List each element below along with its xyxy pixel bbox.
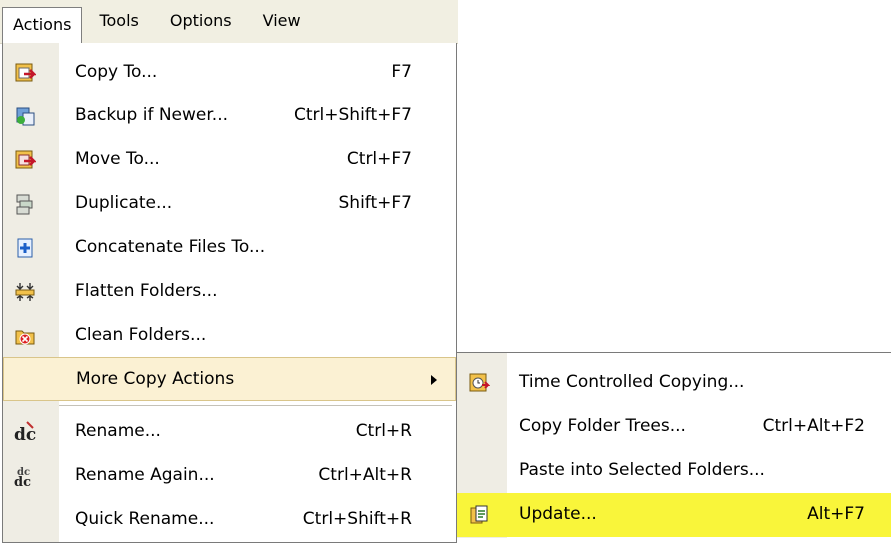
menu-item-concatenate-files[interactable]: Concatenate Files To...: [3, 226, 456, 270]
menu-item-label: Rename...: [75, 421, 161, 441]
menu-item-copy-folder-trees[interactable]: Copy Folder Trees... Ctrl+Alt+F2: [457, 405, 891, 449]
timed-copy-icon: [467, 371, 491, 395]
menu-item-quick-rename[interactable]: Quick Rename... Ctrl+Shift+R: [3, 498, 456, 542]
menu-tools[interactable]: Tools: [85, 4, 152, 40]
menu-item-shortcut: Shift+F7: [338, 193, 412, 213]
concatenate-icon: [13, 236, 37, 260]
menu-view[interactable]: View: [249, 4, 315, 40]
update-icon: [467, 503, 491, 527]
menu-separator: [59, 405, 452, 406]
menu-item-label: Clean Folders...: [75, 325, 207, 345]
clean-folders-icon: [13, 324, 37, 348]
menu-item-copy-to[interactable]: Copy To... F7: [3, 51, 456, 95]
actions-menu: Copy To... F7 Backup if Newer... Ctrl+Sh…: [2, 43, 457, 543]
menu-item-shortcut: Ctrl+Shift+F7: [294, 105, 412, 125]
menu-item-paste-into-selected-folders[interactable]: Paste into Selected Folders...: [457, 449, 891, 493]
move-to-icon: [13, 148, 37, 172]
menu-item-rename[interactable]: dc Rename... Ctrl+R: [3, 410, 456, 454]
menu-item-shortcut: Ctrl+R: [355, 421, 412, 441]
menu-item-shortcut: Alt+F7: [807, 504, 865, 524]
menu-item-label: Time Controlled Copying...: [519, 372, 745, 392]
menu-item-shortcut: Ctrl+Shift+R: [302, 509, 412, 529]
menu-item-label: Duplicate...: [75, 193, 173, 213]
menu-item-label: Quick Rename...: [75, 509, 215, 529]
menu-item-flatten-folders[interactable]: Flatten Folders...: [3, 270, 456, 314]
copy-to-icon: [13, 61, 37, 85]
menu-item-label: Update...: [519, 504, 597, 524]
menu-item-label: More Copy Actions: [76, 369, 235, 389]
menu-item-time-controlled-copying[interactable]: Time Controlled Copying...: [457, 361, 891, 405]
rename-icon: dc: [13, 420, 37, 444]
menu-item-shortcut: Ctrl+Alt+R: [318, 465, 412, 485]
menu-item-shortcut: Ctrl+Alt+F2: [762, 416, 865, 436]
menu-item-clean-folders[interactable]: Clean Folders...: [3, 314, 456, 358]
menu-actions[interactable]: Actions: [2, 7, 83, 44]
menu-item-duplicate[interactable]: Duplicate... Shift+F7: [3, 182, 456, 226]
more-copy-actions-submenu: Time Controlled Copying... Copy Folder T…: [456, 352, 891, 538]
submenu-arrow-icon: [431, 375, 437, 385]
menu-item-label: Backup if Newer...: [75, 105, 229, 125]
menu-options[interactable]: Options: [156, 4, 246, 40]
menu-item-shortcut: Ctrl+F7: [346, 149, 412, 169]
menu-item-shortcut: F7: [391, 62, 412, 82]
backup-icon: [13, 104, 37, 128]
menu-item-label: Concatenate Files To...: [75, 237, 266, 257]
menu-item-label: Move To...: [75, 149, 160, 169]
menu-item-more-copy-actions[interactable]: More Copy Actions: [3, 357, 456, 401]
menu-item-label: Flatten Folders...: [75, 281, 218, 301]
flatten-icon: [13, 280, 37, 304]
duplicate-icon: [13, 192, 37, 216]
menu-item-label: Copy Folder Trees...: [519, 416, 686, 436]
menu-item-label: Copy To...: [75, 62, 158, 82]
menu-bar: Actions Tools Options View: [0, 0, 458, 44]
menu-item-move-to[interactable]: Move To... Ctrl+F7: [3, 138, 456, 182]
menu-item-rename-again[interactable]: dc dc Rename Again... Ctrl+Alt+R: [3, 454, 456, 498]
menu-item-update[interactable]: Update... Alt+F7: [457, 493, 891, 537]
menu-item-backup-if-newer[interactable]: Backup if Newer... Ctrl+Shift+F7: [3, 94, 456, 138]
svg-text:dc: dc: [14, 475, 31, 488]
menu-item-label: Paste into Selected Folders...: [519, 460, 765, 480]
menu-item-label: Rename Again...: [75, 465, 215, 485]
rename-again-icon: dc dc: [13, 464, 37, 488]
